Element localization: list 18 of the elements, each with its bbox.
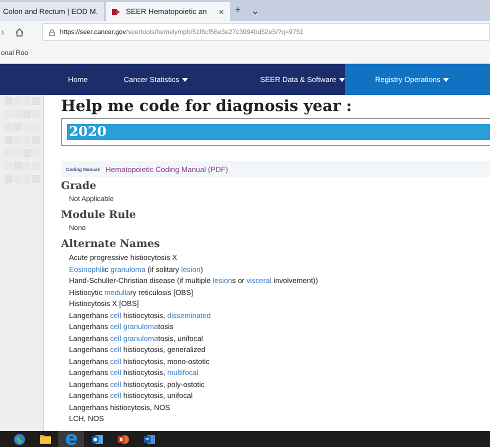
document-icon [144, 434, 154, 444]
year-field[interactable]: 2020 [61, 118, 490, 146]
section-heading: Grade [61, 179, 98, 194]
close-icon[interactable]: × [218, 6, 224, 16]
globe-icon [14, 434, 24, 444]
tab-menu-button[interactable]: ⌄ [246, 4, 264, 16]
browser-icon [66, 434, 76, 444]
page-heading: Help me code for diagnosis year : [61, 97, 353, 115]
lock-icon [49, 28, 55, 36]
mail-icon [92, 434, 102, 444]
folder-icon [40, 434, 50, 444]
page-icon [112, 8, 120, 16]
slides-icon [118, 434, 128, 444]
home-icon[interactable] [15, 28, 24, 36]
section-heading: Module Rule [61, 208, 137, 223]
new-tab-button[interactable]: + [230, 5, 246, 16]
year-value: 2020 [67, 124, 490, 140]
section-heading: Alternate Names [61, 237, 161, 252]
